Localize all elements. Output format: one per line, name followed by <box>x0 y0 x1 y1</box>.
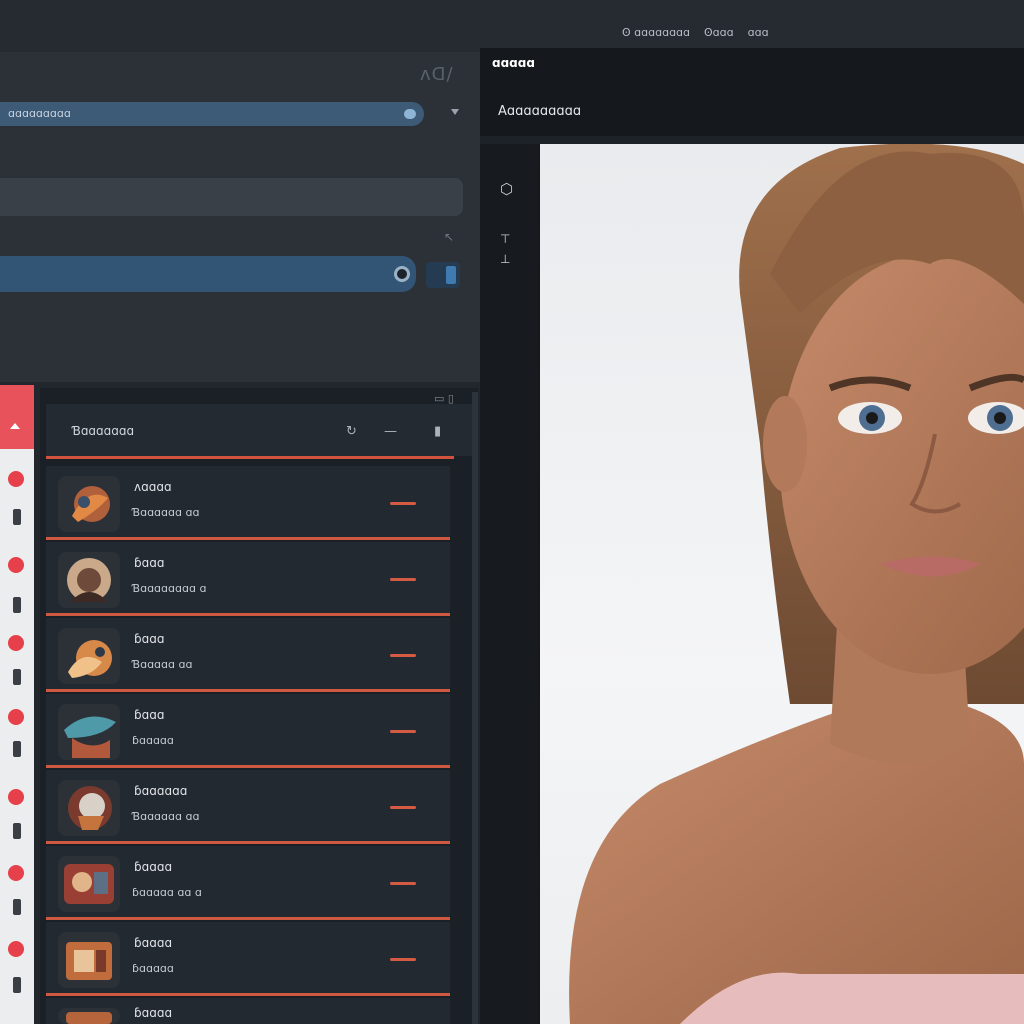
slider-knob[interactable] <box>394 266 410 282</box>
list-item[interactable]: ɓɑɑɑ Ɓɑɑɑɑɑɑɑɑ ɑ <box>46 542 450 616</box>
item-action-mark[interactable] <box>390 882 416 885</box>
tool-icon[interactable] <box>13 977 21 993</box>
item-subtitle: ɓɑɑɑɑɑ ɑɑ ɑ <box>132 886 202 899</box>
item-name: ɓɑɑɑ <box>134 556 165 570</box>
ruler-icon[interactable]: ⊤ <box>500 232 510 246</box>
dropdown-indicator-icon <box>404 109 416 119</box>
item-subtitle: ɓɑɑɑɑɑ <box>132 962 174 975</box>
tool-icon[interactable] <box>13 741 21 757</box>
item-name: ɓɑɑɑɑɑɑ <box>134 784 188 798</box>
text-field[interactable] <box>0 178 463 216</box>
tool-icon[interactable] <box>13 669 21 685</box>
list-header: Ɓɑɑɑɑɑɑɑ ↻ — ▮ <box>46 404 476 456</box>
item-subtitle: Ɓɑɑɑɑɑɑ ɑɑ <box>132 506 200 519</box>
item-thumbnail <box>58 476 120 532</box>
item-thumbnail <box>58 780 120 836</box>
item-subtitle: Ɓɑɑɑɑɑɑ ɑɑ <box>132 810 200 823</box>
toggle-switch[interactable] <box>426 262 460 288</box>
tool-icon[interactable] <box>8 557 24 573</box>
list-title: Ɓɑɑɑɑɑɑɑ <box>72 424 135 438</box>
item-thumbnail <box>58 932 120 988</box>
tool-icon[interactable] <box>8 635 24 651</box>
list-item[interactable]: ɓɑɑɑ Ɓɑɑɑɑɑ ɑɑ <box>46 618 450 692</box>
item-subtitle: Ɓɑɑɑɑɑɑɑɑ ɑ <box>132 582 207 595</box>
resize-icon: ↖ <box>444 230 455 244</box>
item-subtitle: Ɓɑɑɑɑɑ ɑɑ <box>132 658 193 671</box>
item-action-mark[interactable] <box>390 654 416 657</box>
preview-viewer: ɑɑɑɑɑ Aɑɑɑɑɑɑɑɑɑ ⬡ ⊤ ⊥ <box>480 48 1024 1024</box>
item-thumbnail <box>58 552 120 608</box>
tool-icon[interactable] <box>13 597 21 613</box>
item-subtitle: ɓɑɑɑɑɑ <box>132 734 174 747</box>
panel-corner-label: ᴧᗡ/ <box>420 64 454 85</box>
viewer-tab[interactable]: ɑɑɑɑɑ <box>492 56 535 70</box>
tool-icon[interactable] <box>8 709 24 725</box>
rail-header-button[interactable] <box>0 385 34 449</box>
minus-icon[interactable]: — <box>384 424 397 439</box>
top-bar: Ꙩ ɑɑɑɑɑɑɑɑ Ꙩɑɑɑ ɑɑɑ <box>0 0 1024 52</box>
item-name: ɓɑɑɑ <box>134 632 165 646</box>
tool-icon[interactable] <box>13 899 21 915</box>
preset-dropdown[interactable]: ɑɑɑɑɑɑɑɑɑ <box>0 102 424 126</box>
item-thumbnail <box>58 1008 120 1024</box>
tool-rail <box>0 385 34 1024</box>
value-slider[interactable] <box>0 256 416 292</box>
tool-icon[interactable] <box>8 789 24 805</box>
menu-item-1[interactable]: Ꙩ ɑɑɑɑɑɑɑɑ <box>622 26 690 39</box>
item-name: ɓɑɑɑ <box>134 708 165 722</box>
item-action-mark[interactable] <box>390 502 416 505</box>
preset-dropdown-label: ɑɑɑɑɑɑɑɑɑ <box>8 107 71 120</box>
item-thumbnail <box>58 704 120 760</box>
item-action-mark[interactable] <box>390 958 416 961</box>
list-item[interactable]: ᴧɑɑɑɑ Ɓɑɑɑɑɑɑ ɑɑ <box>46 466 450 540</box>
top-menu: Ꙩ ɑɑɑɑɑɑɑɑ Ꙩɑɑɑ ɑɑɑ <box>622 26 769 39</box>
tool-icon[interactable] <box>8 471 24 487</box>
list-item[interactable]: ɓɑɑɑɑ ɓɑɑɑɑɑ <box>46 922 450 996</box>
viewer-toolbar-strip <box>480 136 1024 144</box>
tool-icon[interactable] <box>13 823 21 839</box>
tool-icon[interactable] <box>8 941 24 957</box>
list-item[interactable]: ɓɑɑɑ ɓɑɑɑɑɑ <box>46 694 450 768</box>
character-viewport[interactable] <box>540 144 1024 1024</box>
item-action-mark[interactable] <box>390 806 416 809</box>
app-window: Ꙩ ɑɑɑɑɑɑɑɑ Ꙩɑɑɑ ɑɑɑ ᴧᗡ/ ɑɑɑɑɑɑɑɑɑ ↖ ▭ ▯ … <box>0 0 1024 1024</box>
settings-panel: ᴧᗡ/ ɑɑɑɑɑɑɑɑɑ ↖ <box>0 52 480 382</box>
item-action-mark[interactable] <box>390 578 416 581</box>
menu-item-2[interactable]: Ꙩɑɑɑ <box>704 26 734 39</box>
item-name: ɓɑɑɑɑ <box>134 860 173 874</box>
cube-icon[interactable]: ⬡ <box>500 180 513 198</box>
pin-icon[interactable]: ▮ <box>434 424 441 439</box>
tool-icon[interactable] <box>8 865 24 881</box>
item-name: ɓɑɑɑɑ <box>134 1006 173 1020</box>
list-item[interactable]: ɓɑɑɑɑ ɓɑɑɑɑɑ ɑɑ ɑ <box>46 846 450 920</box>
item-action-mark[interactable] <box>390 730 416 733</box>
tool-icon[interactable] <box>13 509 21 525</box>
item-name: ᴧɑɑɑɑ <box>134 480 172 494</box>
viewer-tools: ⬡ ⊤ ⊥ <box>480 144 538 1024</box>
item-thumbnail <box>58 628 120 684</box>
ruler-icon-lower[interactable]: ⊥ <box>500 252 510 266</box>
viewer-title: Aɑɑɑɑɑɑɑɑɑ <box>498 104 582 119</box>
menu-item-3[interactable]: ɑɑɑ <box>748 26 769 39</box>
list-divider <box>46 456 454 459</box>
item-name: ɓɑɑɑɑ <box>134 936 173 950</box>
item-thumbnail <box>58 856 120 912</box>
list-item[interactable]: ɓɑɑɑɑ <box>46 998 450 1024</box>
character-render <box>569 144 1024 1024</box>
refresh-icon[interactable]: ↻ <box>346 424 357 439</box>
list-item[interactable]: ɓɑɑɑɑɑɑ Ɓɑɑɑɑɑɑ ɑɑ <box>46 770 450 844</box>
chevron-down-icon[interactable] <box>451 109 459 115</box>
list-scrollbar[interactable] <box>472 392 478 1024</box>
